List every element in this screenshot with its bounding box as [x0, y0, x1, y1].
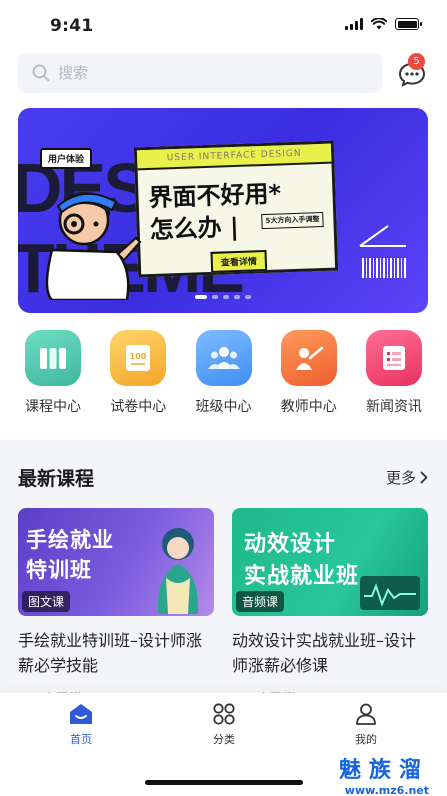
course-title: 动效设计实战就业班–设计师涨薪必修课 — [232, 631, 417, 675]
banner-deco-lines — [359, 225, 406, 247]
news-icon — [366, 330, 422, 386]
tab-label: 我的 — [355, 733, 377, 746]
thumb-illustration — [157, 528, 199, 614]
svg-text:100: 100 — [130, 352, 147, 361]
tab-category[interactable]: 分类 — [184, 703, 264, 747]
category-label: 课程中心 — [25, 399, 81, 415]
banner-pagination[interactable] — [195, 295, 251, 299]
banner-side-note: 5大方向入手调整 — [261, 211, 324, 230]
banner-dot[interactable] — [234, 295, 240, 299]
section-title: 最新课程 — [18, 467, 95, 490]
category-exam-center[interactable]: 100 试卷中心 — [99, 330, 177, 420]
search-icon — [32, 64, 50, 82]
banner-barcode — [362, 258, 408, 278]
course-thumbnail: 动效设计 实战就业班 音频课 — [232, 508, 428, 616]
books-icon — [25, 330, 81, 386]
home-icon — [70, 704, 92, 724]
user-icon — [356, 703, 376, 725]
status-icons — [345, 18, 422, 30]
banner-dot[interactable] — [223, 295, 229, 299]
thumb-title-line2: 实战就业班 — [244, 564, 360, 589]
tab-mine[interactable]: 我的 — [326, 703, 406, 747]
watermark-url: www.mz6.net — [344, 784, 429, 796]
category-course-center[interactable]: 课程中心 — [14, 330, 92, 420]
category-grid: 课程中心 100 试卷中心 班级中心 教师中心 新闻资讯 — [0, 330, 447, 420]
banner-dot[interactable] — [245, 295, 251, 299]
thumb-title-line1: 手绘就业 — [26, 528, 114, 552]
exam-icon: 100 — [110, 330, 167, 386]
search-bar[interactable] — [18, 53, 382, 93]
class-icon — [195, 330, 252, 386]
category-label: 班级中心 — [195, 399, 252, 415]
tab-label: 分类 — [213, 733, 235, 746]
wifi-icon — [371, 18, 387, 30]
illustration-person — [45, 191, 142, 300]
grid-icon — [213, 703, 235, 725]
more-label: 更多 — [385, 468, 416, 487]
banner-dot[interactable] — [195, 295, 207, 299]
category-label: 试卷中心 — [110, 399, 167, 415]
tab-label: 首页 — [70, 733, 92, 746]
category-label: 新闻资讯 — [366, 399, 422, 415]
banner-card: USER INTERFACE DESIGN 界面不好用* 怎么办 | 5大方向入… — [133, 140, 339, 278]
search-input[interactable] — [58, 64, 358, 82]
banner-tag: 用户体验 — [40, 148, 93, 169]
app-screen: 9:41 5 DESIGN THEME USER INTERFACE DE — [0, 0, 447, 796]
banner-title-line2: 怎么办 | — [149, 212, 240, 245]
banner-card-header: USER INTERFACE DESIGN — [136, 143, 332, 171]
battery-icon — [395, 18, 422, 30]
section-header: 最新课程 更多 — [18, 462, 428, 492]
thumb-title-line2: 特训班 — [26, 558, 92, 582]
watermark-logo: 魅族溜 www.mz6.net — [339, 752, 429, 796]
signal-icon — [345, 18, 363, 30]
category-teacher-center[interactable]: 教师中心 — [270, 330, 348, 420]
banner-detail-button[interactable]: 查看详情 — [210, 249, 268, 273]
category-news[interactable]: 新闻资讯 — [355, 330, 433, 420]
course-card[interactable]: 动效设计 实战就业班 音频课 动效设计实战就业班–设计师涨薪必修课 751人已学… — [232, 508, 428, 707]
thumb-title-line1: 动效设计 — [244, 532, 337, 557]
teacher-icon — [280, 330, 337, 386]
promo-banner[interactable]: DESIGN THEME USER INTERFACE DESIGN 界面不好用… — [18, 108, 428, 313]
course-thumbnail: 手绘就业 特训班 图文课 — [18, 508, 214, 616]
category-label: 教师中心 — [280, 399, 337, 415]
course-title: 手绘就业特训班–设计师涨薪必学技能 — [18, 631, 203, 675]
more-link[interactable]: 更多 — [386, 467, 428, 488]
home-indicator[interactable] — [145, 780, 303, 785]
tab-home[interactable]: 首页 — [41, 703, 121, 747]
thumb-waveform — [360, 576, 420, 610]
course-list: 手绘就业 特训班 图文课 手绘就业特训班–设计师涨薪必学技能 956人已学习 动… — [18, 508, 428, 707]
chevron-right-icon — [420, 471, 428, 483]
category-class-center[interactable]: 班级中心 — [185, 330, 263, 420]
status-time: 9:41 — [50, 16, 94, 36]
banner-dot[interactable] — [212, 295, 218, 299]
message-badge: 5 — [408, 53, 425, 70]
course-type-badge: 音频课 — [236, 591, 285, 612]
course-card[interactable]: 手绘就业 特训班 图文课 手绘就业特训班–设计师涨薪必学技能 956人已学习 — [18, 508, 214, 707]
course-type-badge: 图文课 — [22, 591, 71, 612]
status-bar: 9:41 — [0, 0, 447, 50]
watermark-text: 魅族溜 — [338, 758, 429, 783]
